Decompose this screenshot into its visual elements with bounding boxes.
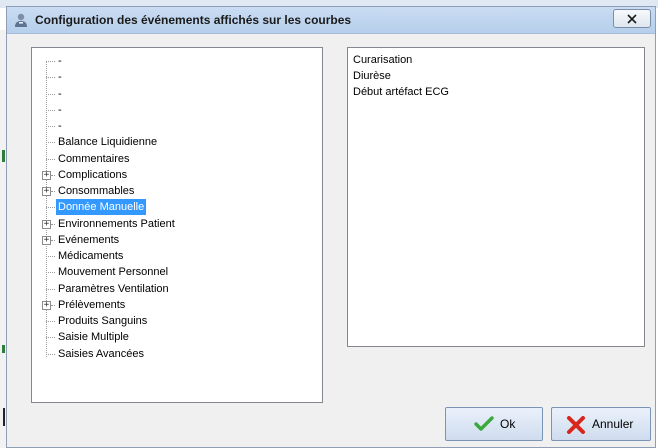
tree-connector-line (46, 353, 55, 355)
list-item[interactable]: Diurèse (353, 68, 391, 84)
check-icon (474, 416, 494, 435)
plus-box-icon[interactable]: + (42, 170, 51, 180)
ok-button[interactable]: Ok (445, 407, 543, 441)
tree-item-label: - (58, 87, 62, 100)
tree-connector-line (46, 109, 55, 111)
tree-item-label: Consommables (58, 185, 135, 197)
app-icon (13, 12, 29, 28)
close-button[interactable] (613, 9, 651, 28)
tree-item[interactable]: Médicaments (32, 248, 312, 264)
tree-connector-line (46, 256, 55, 257)
tree-item[interactable]: + Consommables (32, 183, 312, 199)
tree-item[interactable]: Saisie Multiple (32, 329, 312, 345)
tree-connector-line (51, 174, 55, 176)
tree-item[interactable]: + Evénements (32, 232, 312, 248)
tree-connector-line (51, 191, 55, 192)
tree-item[interactable]: + Complications (32, 167, 312, 183)
tree-item-label: Evénements (58, 233, 120, 246)
tree-item[interactable]: Donnée Manuelle (32, 199, 312, 216)
plus-box-icon[interactable]: + (42, 300, 51, 310)
close-icon (627, 14, 637, 24)
tree-item[interactable]: - (32, 53, 312, 69)
tree-item-label: Balance Liquidienne (58, 136, 158, 149)
tree-item-label: Complications (58, 168, 128, 181)
list-item[interactable]: Début artéfact ECG (353, 84, 449, 100)
tree-connector-line (46, 321, 55, 322)
tree-connector-line (51, 223, 55, 225)
background-marker (3, 408, 5, 426)
tree-connector-line (46, 288, 55, 290)
tree-connector-line (46, 207, 55, 209)
tree-item[interactable]: Mouvement Personnel (32, 264, 312, 280)
tree-connector-line (46, 142, 55, 144)
event-tree-panel[interactable]: - - - - - Balance Liquidienne Commentaires + Com… (31, 47, 323, 403)
plus-box-icon[interactable]: + (42, 187, 51, 196)
tree-item[interactable]: Produits Sanguins (32, 313, 312, 329)
tree-item-label: Environnements Patient (58, 217, 175, 230)
tree-item-label: Produits Sanguins (58, 315, 148, 327)
tree-item-label: Saisies Avancées (58, 347, 145, 360)
tree-connector-line (51, 304, 55, 306)
tree-connector-line (46, 337, 55, 339)
tree-item-label: Mouvement Personnel (58, 266, 169, 279)
tree-item[interactable]: - (32, 118, 312, 134)
tree-item-label: Prélèvements (58, 298, 126, 311)
title-bar[interactable]: Configuration des événements affichés su… (7, 7, 655, 34)
tree-item[interactable]: - (32, 69, 312, 85)
background-marker (2, 345, 5, 353)
ok-button-label: Ok (500, 417, 516, 431)
tree-item[interactable]: Balance Liquidienne (32, 134, 312, 150)
tree-item[interactable]: + Environnements Patient (32, 216, 312, 232)
tree-connector-line (46, 272, 55, 274)
plus-box-icon[interactable]: + (42, 219, 51, 229)
tree-item-label: Médicaments (58, 250, 124, 262)
selected-events-list[interactable]: Curarisation Diurèse Début artéfact ECG (347, 47, 645, 347)
background-marker (2, 150, 5, 162)
window-title: Configuration des événements affichés su… (35, 13, 352, 27)
tree-item[interactable]: - (32, 102, 312, 118)
tree-item-label: Saisie Multiple (58, 331, 129, 344)
config-dialog: Configuration des événements affichés su… (6, 6, 656, 448)
event-tree: - - - - - Balance Liquidienne Commentaires + Com… (32, 48, 322, 402)
tree-item-label: - (58, 120, 62, 132)
tree-item[interactable]: + Prélèvements (32, 297, 312, 313)
plus-box-icon[interactable]: + (42, 235, 51, 245)
tree-item-label: Commentaires (58, 152, 130, 165)
cancel-button[interactable]: Annuler (551, 407, 651, 441)
tree-item-label: - (58, 71, 62, 84)
tree-item[interactable]: Saisies Avancées (32, 346, 312, 362)
tree-item-label: Donnée Manuelle (56, 199, 147, 216)
tree-connector-line (46, 77, 55, 79)
cancel-button-label: Annuler (592, 417, 634, 431)
tree-item[interactable]: - (32, 86, 312, 102)
tree-item-label: - (58, 103, 62, 116)
tree-item-label: - (58, 55, 62, 67)
tree-connector-line (46, 93, 55, 95)
tree-connector-line (46, 126, 55, 127)
tree-item[interactable]: Commentaires (32, 151, 312, 167)
tree-item[interactable]: Paramètres Ventilation (32, 281, 312, 297)
tree-connector-line (46, 158, 55, 160)
tree-connector-line (51, 239, 55, 241)
list-item[interactable]: Curarisation (353, 52, 412, 68)
x-icon (566, 416, 586, 437)
tree-connector-line (46, 61, 55, 62)
tree-item-label: Paramètres Ventilation (58, 282, 169, 295)
